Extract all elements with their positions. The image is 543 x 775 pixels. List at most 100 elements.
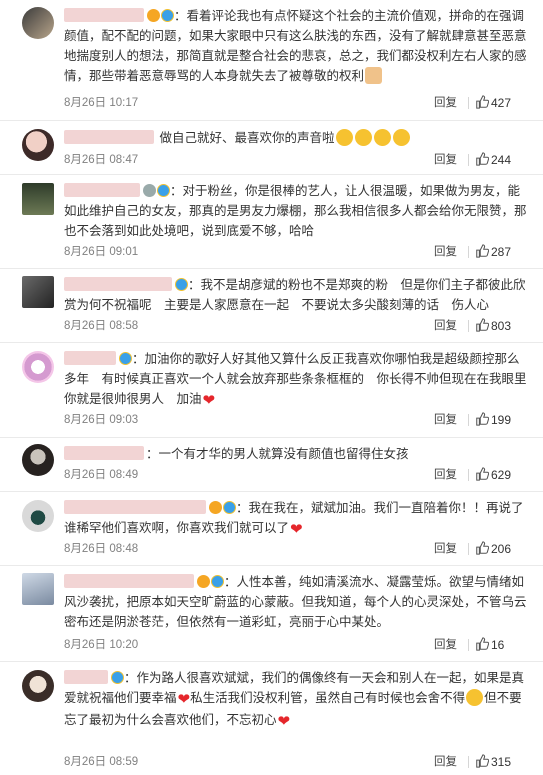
- comment-item: ：对于粉丝，你是很棒的艺人，让人很温暖，如果做为男友，能如此维护自己的女友，那真…: [0, 175, 543, 269]
- divider: [468, 320, 469, 332]
- comment-time: 8月26日 09:01: [64, 246, 139, 258]
- smile-emoji-icon: [373, 129, 391, 146]
- reply-button[interactable]: 回复: [434, 317, 457, 335]
- smile-emoji-icon: [335, 129, 353, 146]
- username-redacted[interactable]: [64, 130, 154, 144]
- like-button[interactable]: 206: [475, 540, 531, 559]
- comment-item: ：加油你的歌好人好其他又算什么反正我喜欢你哪怕我是超级颜控那么多年 有时候真正喜…: [0, 343, 543, 438]
- comment-time: 8月26日 08:58: [64, 320, 139, 332]
- comment-meta: 8月26日 10:20 回复 16: [64, 636, 531, 654]
- avatar[interactable]: [22, 129, 54, 161]
- avatar[interactable]: [22, 670, 54, 702]
- comment-list: ：看着评论我也有点怀疑这个社会的主流价值观，拼命的在强调颜值，配不配的问题，如果…: [0, 0, 543, 775]
- like-button[interactable]: 16: [475, 636, 531, 655]
- comment-meta: 8月26日 08:47 回复 244: [64, 151, 531, 169]
- comment-text-part-b: 私生活我们没权利管，虽然自己有时候也会舍不得: [190, 691, 466, 705]
- comment-meta: 8月26日 08:49 回复 629: [64, 466, 531, 484]
- comment-meta: 8月26日 09:01 回复 287: [64, 243, 531, 261]
- comment-item: ：我不是胡彦斌的粉也不是郑爽的粉 但是你们主子都彼此欣赏为何不祝福呢 主要是人家…: [0, 269, 543, 343]
- thumbs-up-icon: [476, 152, 489, 166]
- medal-badge-icon: [111, 671, 124, 684]
- crown-badge-icon: [143, 184, 156, 197]
- comment-item: ：我在我在，斌斌加油。我们一直陪着你！！再说了谁稀罕他们喜欢啊，你喜欢我们就可以…: [0, 492, 543, 566]
- comment-item: ：看着评论我也有点怀疑这个社会的主流价值观，拼命的在强调颜值，配不配的问题，如果…: [0, 0, 543, 121]
- like-count: 206: [491, 542, 512, 556]
- thumbs-up-icon: [476, 467, 489, 481]
- username-redacted[interactable]: [64, 446, 144, 460]
- username-redacted[interactable]: [64, 351, 116, 365]
- username-redacted[interactable]: [64, 574, 194, 588]
- avatar[interactable]: [22, 351, 54, 383]
- like-button[interactable]: 803: [475, 317, 531, 336]
- reply-button[interactable]: 回复: [434, 753, 457, 771]
- like-button[interactable]: 315: [475, 753, 531, 772]
- comment-meta: 8月26日 09:03 回复 199: [64, 411, 531, 429]
- reply-button[interactable]: 回复: [434, 94, 457, 112]
- like-button[interactable]: 287: [475, 243, 531, 262]
- thumbs-up-icon: [476, 412, 489, 426]
- avatar[interactable]: [22, 444, 54, 476]
- divider: [468, 639, 469, 651]
- divider: [468, 469, 469, 481]
- smile-emoji-icon: [354, 129, 372, 146]
- thumbs-up-icon: [476, 318, 489, 332]
- smile-emoji-icon: [392, 129, 410, 146]
- medal-badge-icon: [175, 278, 188, 291]
- crying-emoji-icon: [466, 689, 484, 706]
- comment-item: 做自己就好、最喜欢你的声音啦 8月26日 08:47 回复 244: [0, 121, 543, 175]
- comment-meta: 8月26日 08:58 回复 803: [64, 317, 531, 335]
- comment-text: ：加油你的歌好人好其他又算什么反正我喜欢你哪怕我是超级颜控那么多年 有时候真正喜…: [64, 352, 527, 406]
- like-count: 427: [491, 96, 512, 110]
- crown-badge-icon: [197, 575, 210, 588]
- reply-button[interactable]: 回复: [434, 243, 457, 261]
- comment-time: 8月26日 09:03: [64, 414, 139, 426]
- avatar[interactable]: [22, 183, 54, 215]
- medal-badge-icon: [161, 9, 174, 22]
- reply-button[interactable]: 回复: [434, 540, 457, 558]
- comment-item: ：作为路人很喜欢斌斌，我们的偶像终有一天会和别人在一起，如果是真爱就祝福他们要幸…: [0, 662, 543, 775]
- like-button[interactable]: 629: [475, 466, 531, 485]
- medal-badge-icon: [157, 184, 170, 197]
- avatar[interactable]: [22, 500, 54, 532]
- avatar[interactable]: [22, 7, 54, 39]
- like-button[interactable]: 244: [475, 151, 531, 170]
- comment-time: 8月26日 08:49: [64, 469, 139, 481]
- like-button[interactable]: 427: [475, 94, 531, 113]
- like-count: 803: [491, 319, 512, 333]
- like-count: 315: [491, 755, 512, 769]
- username-redacted[interactable]: [64, 183, 140, 197]
- comment-time: 8月26日 08:59: [64, 756, 139, 768]
- avatar[interactable]: [22, 573, 54, 605]
- comment-time: 8月26日 08:47: [64, 154, 139, 166]
- comment-text: ：一个有才华的男人就算没有颜值也留得住女孩: [146, 447, 409, 461]
- comment-meta: 8月26日 08:48 回复 206: [64, 540, 531, 558]
- comment-body: ：我不是胡彦斌的粉也不是郑爽的粉 但是你们主子都彼此欣赏为何不祝福呢 主要是人家…: [64, 275, 531, 315]
- comment-body: 做自己就好、最喜欢你的声音啦: [64, 128, 531, 148]
- divider: [468, 756, 469, 768]
- username-redacted[interactable]: [64, 670, 108, 684]
- comment-body: ：对于粉丝，你是很棒的艺人，让人很温暖，如果做为男友，能如此维护自己的女友，那真…: [64, 181, 531, 241]
- comment-body: ：作为路人很喜欢斌斌，我们的偶像终有一天会和别人在一起，如果是真爱就祝福他们要幸…: [64, 668, 531, 732]
- comment-body: ：我在我在，斌斌加油。我们一直陪着你！！再说了谁稀罕他们喜欢啊，你喜欢我们就可以…: [64, 498, 531, 540]
- reply-button[interactable]: 回复: [434, 151, 457, 169]
- reply-button[interactable]: 回复: [434, 636, 457, 654]
- thumbs-up-icon: [476, 244, 489, 258]
- reply-button[interactable]: 回复: [434, 466, 457, 484]
- avatar[interactable]: [22, 276, 54, 308]
- like-count: 199: [491, 413, 512, 427]
- comment-meta: 8月26日 08:59 回复 315: [64, 753, 531, 771]
- divider: [468, 246, 469, 258]
- username-redacted[interactable]: [64, 8, 144, 22]
- like-count: 287: [491, 245, 512, 259]
- like-button[interactable]: 199: [475, 411, 531, 430]
- heart-emoji-icon: ❤: [277, 713, 291, 730]
- divider: [468, 543, 469, 555]
- thumbs-up-icon: [476, 541, 489, 555]
- username-redacted[interactable]: [64, 500, 206, 514]
- medal-badge-icon: [223, 501, 236, 514]
- reply-button[interactable]: 回复: [434, 411, 457, 429]
- username-redacted[interactable]: [64, 277, 172, 291]
- comment-time: 8月26日 10:20: [64, 639, 139, 651]
- comment-item: ：人性本善，纯如清溪流水、凝露莹烁。欲望与情绪如风沙袭扰，把原本如天空旷蔚蓝的心…: [0, 566, 543, 662]
- crown-badge-icon: [209, 501, 222, 514]
